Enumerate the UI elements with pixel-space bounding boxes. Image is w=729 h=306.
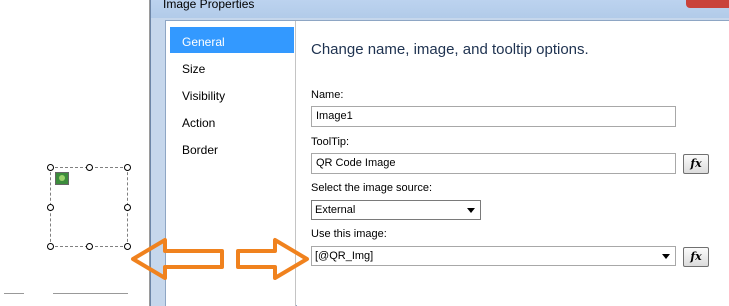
resize-handle-bottom[interactable] (86, 243, 93, 250)
dialog-title-bar[interactable]: Image Properties (151, 0, 729, 18)
image-placeholder-icon (55, 172, 69, 185)
resize-handle-top-right[interactable] (124, 164, 131, 171)
general-page: Change name, image, and tooltip options.… (297, 21, 729, 306)
resize-handle-bottom-left[interactable] (47, 243, 54, 250)
resize-handle-bottom-right[interactable] (124, 243, 131, 250)
image-source-label: Select the image source: (311, 182, 433, 194)
dropdown-arrow-icon (467, 208, 475, 213)
image-source-value: External (315, 204, 356, 216)
name-input[interactable]: Image1 (311, 106, 676, 127)
use-image-expression-button[interactable]: fx (683, 247, 709, 267)
report-item-outline (53, 293, 128, 301)
resize-handle-top[interactable] (86, 164, 93, 171)
expression-fx-icon: fx (690, 157, 702, 170)
nav-item-size[interactable]: Size (170, 54, 294, 80)
image-properties-dialog: Image Properties General Size Visibility… (150, 0, 729, 306)
nav-item-border[interactable]: Border (170, 135, 294, 161)
close-icon[interactable] (686, 0, 729, 8)
use-image-value: [@QR_Img] (315, 250, 374, 262)
properties-nav: General Size Visibility Action Border (166, 21, 296, 306)
tooltip-expression-button[interactable]: fx (683, 154, 709, 174)
name-label: Name: (311, 89, 344, 101)
image-source-select[interactable]: External (311, 200, 481, 220)
use-image-combobox[interactable]: [@QR_Img] (311, 246, 676, 266)
tooltip-input[interactable]: QR Code Image (311, 153, 676, 174)
nav-item-action[interactable]: Action (170, 108, 294, 134)
dropdown-arrow-icon (662, 254, 670, 259)
nav-item-visibility[interactable]: Visibility (170, 81, 294, 107)
resize-handle-left[interactable] (47, 204, 54, 211)
screenshot-root: Image Properties General Size Visibility… (0, 0, 729, 306)
nav-item-general[interactable]: General (170, 27, 294, 53)
divider (4, 293, 24, 294)
dialog-body: General Size Visibility Action Border Ch… (165, 20, 729, 306)
expression-fx-icon: fx (690, 250, 702, 263)
report-design-surface[interactable] (0, 0, 150, 306)
tooltip-label: ToolTip: (311, 136, 350, 148)
page-heading: Change name, image, and tooltip options. (311, 41, 589, 58)
dialog-title: Image Properties (163, 0, 255, 11)
resize-handle-right[interactable] (124, 204, 131, 211)
use-image-label: Use this image: (311, 228, 387, 240)
resize-handle-top-left[interactable] (47, 164, 54, 171)
